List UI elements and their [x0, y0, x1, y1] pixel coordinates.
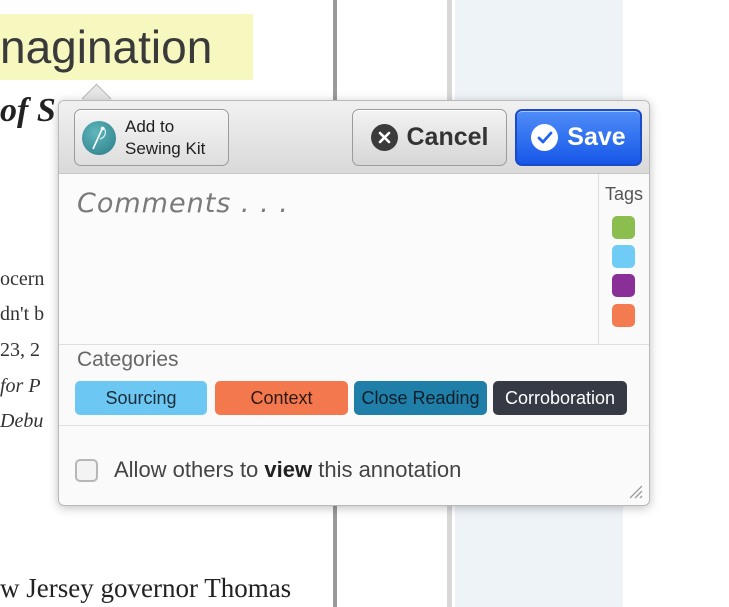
- section-divider: [59, 344, 649, 345]
- sewing-kit-label-line1: Add to: [125, 116, 175, 136]
- tag-swatch-purple[interactable]: [612, 274, 635, 297]
- popup-toolbar: Add to Sewing Kit Cancel Save: [59, 101, 649, 174]
- allow-others-checkbox[interactable]: [75, 459, 98, 482]
- allow-others-prefix: Allow others to: [114, 457, 265, 482]
- save-label: Save: [567, 123, 626, 151]
- comments-textarea[interactable]: [59, 174, 597, 344]
- categories-title: Categories: [77, 348, 179, 371]
- save-button[interactable]: Save: [515, 109, 642, 166]
- allow-others-label[interactable]: Allow others to view this annotation: [114, 457, 461, 483]
- document-text-fragment: ocern: [0, 268, 45, 290]
- checkmark-circle-icon: [531, 124, 559, 151]
- tags-panel: Tags: [598, 174, 649, 344]
- close-circle-icon: [370, 124, 398, 151]
- document-subtitle: of S: [0, 92, 56, 129]
- category-corroboration[interactable]: Corroboration: [493, 381, 627, 415]
- sewing-kit-label-line2: Sewing Kit: [125, 138, 206, 158]
- section-divider: [59, 425, 649, 426]
- sewing-kit-label: Add to Sewing Kit: [125, 116, 225, 160]
- tag-swatch-orange[interactable]: [612, 304, 635, 327]
- category-context[interactable]: Context: [215, 381, 348, 415]
- resize-handle-icon[interactable]: [625, 481, 643, 499]
- allow-others-suffix: this annotation: [312, 457, 462, 482]
- tag-swatch-light-blue[interactable]: [612, 245, 635, 268]
- category-sourcing[interactable]: Sourcing: [75, 381, 207, 415]
- document-text-fragment: Debu: [0, 410, 44, 432]
- sewing-kit-logo-icon: [82, 120, 116, 155]
- document-heading: nagination: [0, 21, 213, 73]
- add-to-sewing-kit-button[interactable]: Add to Sewing Kit: [74, 109, 229, 166]
- document-bottom-line: w Jersey governor Thomas: [0, 573, 292, 603]
- cancel-button[interactable]: Cancel: [352, 109, 507, 166]
- category-close-reading[interactable]: Close Reading: [354, 381, 487, 415]
- document-text-fragment: 23, 2: [0, 339, 40, 361]
- allow-others-emphasis: view: [264, 457, 313, 482]
- tag-swatch-green[interactable]: [612, 216, 635, 239]
- document-text-fragment: dn't b: [0, 303, 45, 325]
- cancel-label: Cancel: [406, 123, 489, 151]
- annotation-popup: Add to Sewing Kit Cancel Save Tags: [58, 100, 650, 506]
- document-text-fragment: for P: [0, 375, 41, 397]
- tags-title: Tags: [605, 184, 644, 204]
